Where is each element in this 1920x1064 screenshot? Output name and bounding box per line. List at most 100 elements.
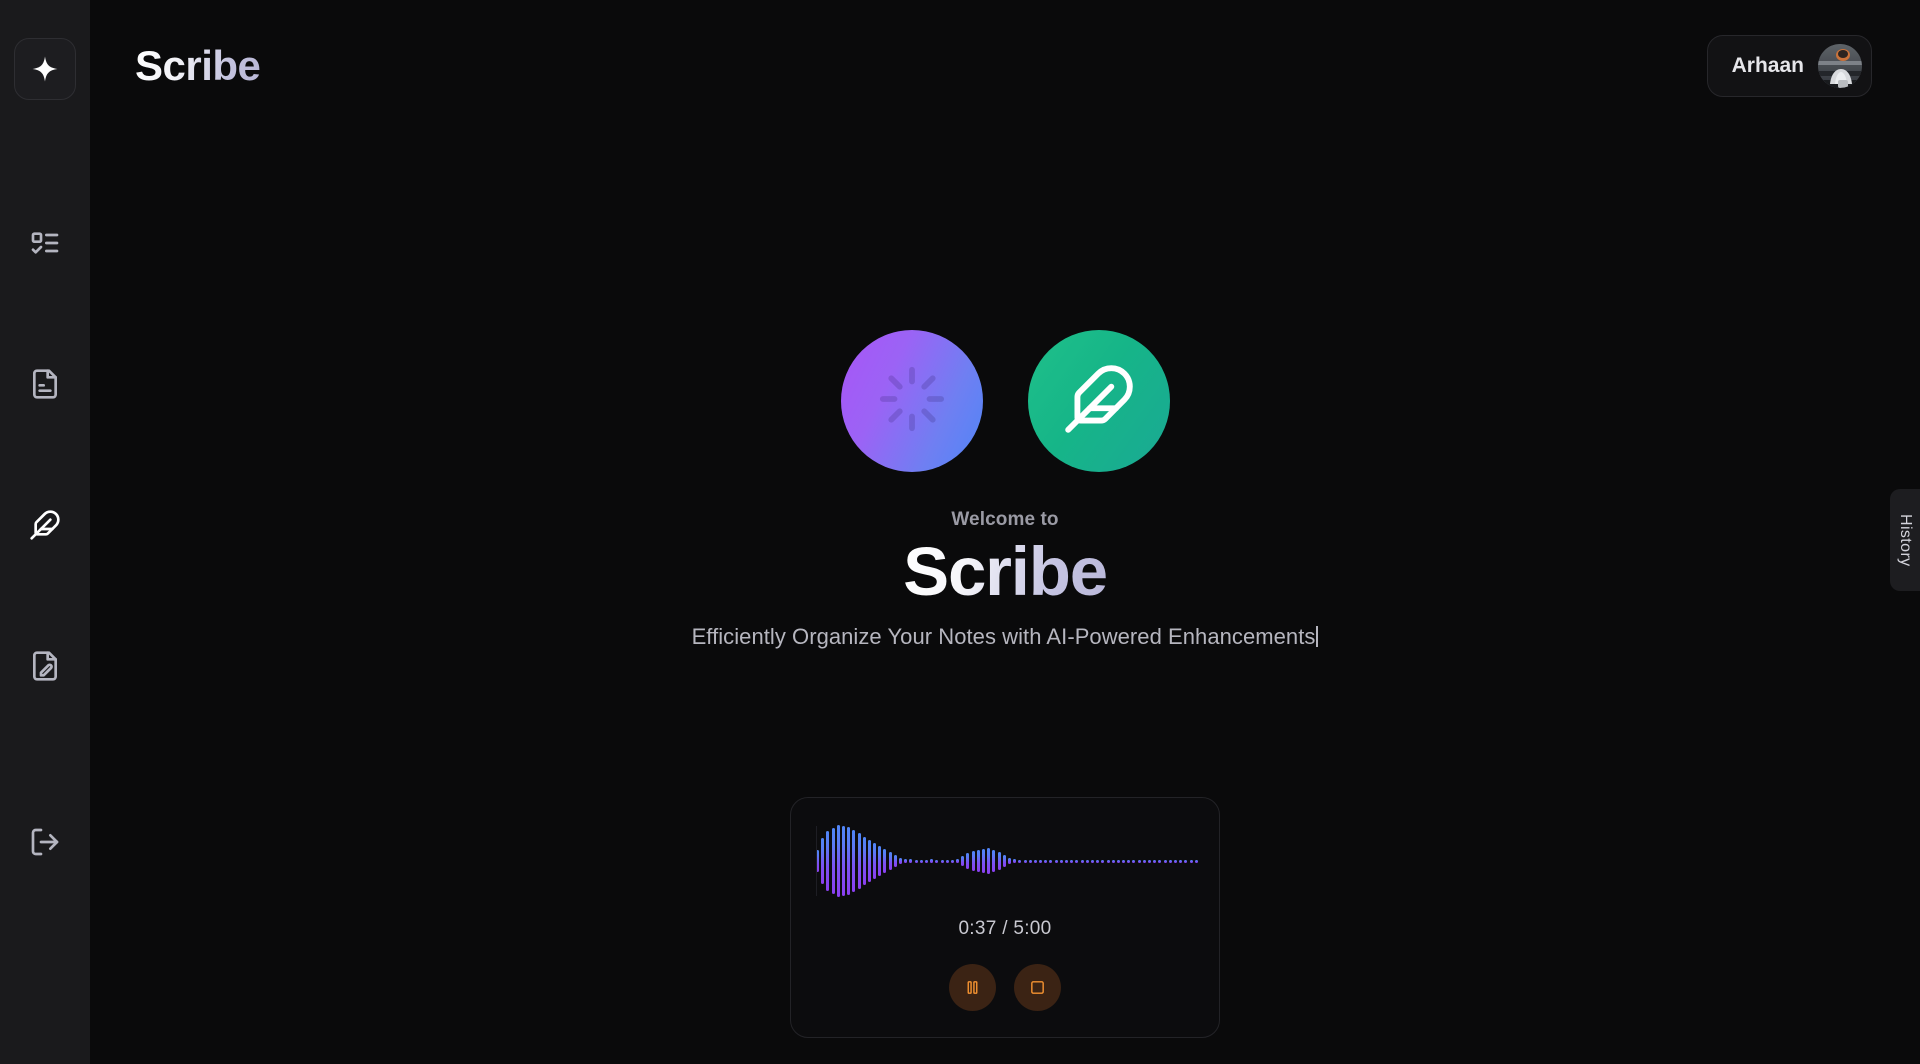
loader-icon [877,364,947,439]
hero-subtitle-wrapper: Efficiently Organize Your Notes with AI-… [692,624,1319,650]
stop-square-icon [1029,979,1046,996]
waveform-bar [1013,859,1017,863]
waveform-bar [1075,859,1079,863]
hero-loader-circle [840,330,983,472]
waveform-bar [1168,859,1172,863]
waveform-bar [862,837,866,885]
file-text-icon [29,368,61,400]
waveform-bar [1127,859,1131,863]
pause-icon [964,979,981,996]
waveform-bar [1033,859,1037,863]
waveform-bar [950,859,954,863]
waveform-bar [1132,859,1136,863]
history-tab-label: History [1897,513,1914,567]
hero-icon-row [840,330,1170,472]
waveform-bar [976,850,980,872]
waveform-bar [1028,859,1032,863]
sidebar [0,0,90,1064]
waveform-bar [867,840,871,882]
waveform-bar [841,826,845,896]
page-title: Scribe [135,42,261,89]
waveform-bar [1044,859,1048,863]
waveform-bar [992,850,996,872]
waveform-bar [1148,859,1151,863]
waveform-bar [904,859,908,863]
waveform-bar [1122,859,1126,863]
waveform-bar [836,825,840,897]
waveform-bar [899,858,902,864]
waveform-bar [1101,859,1105,863]
waveform-bar [1194,859,1198,863]
topbar: Scribe Arhaan [90,0,1920,132]
waveform-bar [997,852,1001,870]
waveform-bar [987,848,991,874]
waveform-bar [1049,859,1053,863]
waveform-bar [893,855,897,867]
waveform-bar [1039,859,1043,863]
typing-caret [1316,626,1319,648]
waveform-bar [1179,859,1183,863]
waveform-bar [909,859,913,863]
list-todo-icon [29,227,61,259]
waveform-bar [1158,859,1162,863]
sidebar-nav [20,218,70,691]
waveform-bar [888,852,892,870]
app-logo-button[interactable] [14,38,76,100]
waveform-bar [1070,859,1074,863]
waveform-bar [1096,859,1100,863]
waveform-bar [1065,859,1068,863]
waveform-bar [1111,859,1115,863]
waveform-bar [966,853,970,869]
waveform-bar [878,846,882,876]
waveform-bar [1184,859,1188,863]
waveform-bar [857,833,861,889]
sidebar-item-notes[interactable] [20,359,70,409]
recorder-controls [949,964,1061,1011]
waveform-bar [1054,859,1058,863]
waveform-bar [1142,859,1146,863]
logout-button[interactable] [20,819,70,869]
waveform-bar [919,859,923,863]
hero-title: Scribe [903,533,1108,610]
waveform-bar [935,859,939,863]
user-menu-button[interactable]: Arhaan [1706,35,1872,97]
waveform-bar [1163,859,1167,863]
waveform-bar [940,859,944,863]
sidebar-item-write[interactable] [20,500,70,550]
log-out-icon [29,826,61,863]
stop-button[interactable] [1014,964,1061,1011]
feather-icon [1062,362,1136,441]
waveform-bar [1153,859,1157,863]
waveform-bar [1189,859,1193,863]
history-tab-button[interactable]: History [1890,489,1920,591]
waveform-bar [816,850,819,872]
waveform-bar [1116,859,1120,863]
audio-waveform[interactable] [816,825,1198,897]
waveform-bar [847,827,851,895]
waveform-bar [1080,859,1084,863]
sidebar-item-edit-document[interactable] [20,641,70,691]
waveform-bar [1173,859,1177,863]
waveform-bar [873,843,877,879]
hero-subtitle: Efficiently Organize Your Notes with AI-… [691,624,1316,650]
waveform-bar [930,859,934,863]
sidebar-item-tasks[interactable] [20,218,70,268]
waveform-bar [956,859,960,863]
waveform-bar [1007,858,1011,864]
main-content: Scribe Arhaan Welcome to Scribe Efficien… [90,0,1920,1064]
waveform-bar [971,851,975,871]
waveform-bar [945,859,949,863]
feather-icon [29,509,61,541]
hero-section: Welcome to Scribe Efficiently Organize Y… [90,330,1920,650]
hero-eyebrow: Welcome to [951,509,1059,530]
waveform-bar [1023,859,1027,863]
app-root: Scribe Arhaan Welcome to Scribe Efficien… [0,0,1920,1064]
waveform-bar [1059,859,1063,863]
avatar [1818,44,1862,88]
waveform-bar [1090,859,1094,863]
pause-button[interactable] [949,964,996,1011]
waveform-bar [1106,859,1110,863]
waveform-bar [924,859,928,863]
waveform-bar [826,831,830,891]
waveform-bar [1085,859,1089,863]
